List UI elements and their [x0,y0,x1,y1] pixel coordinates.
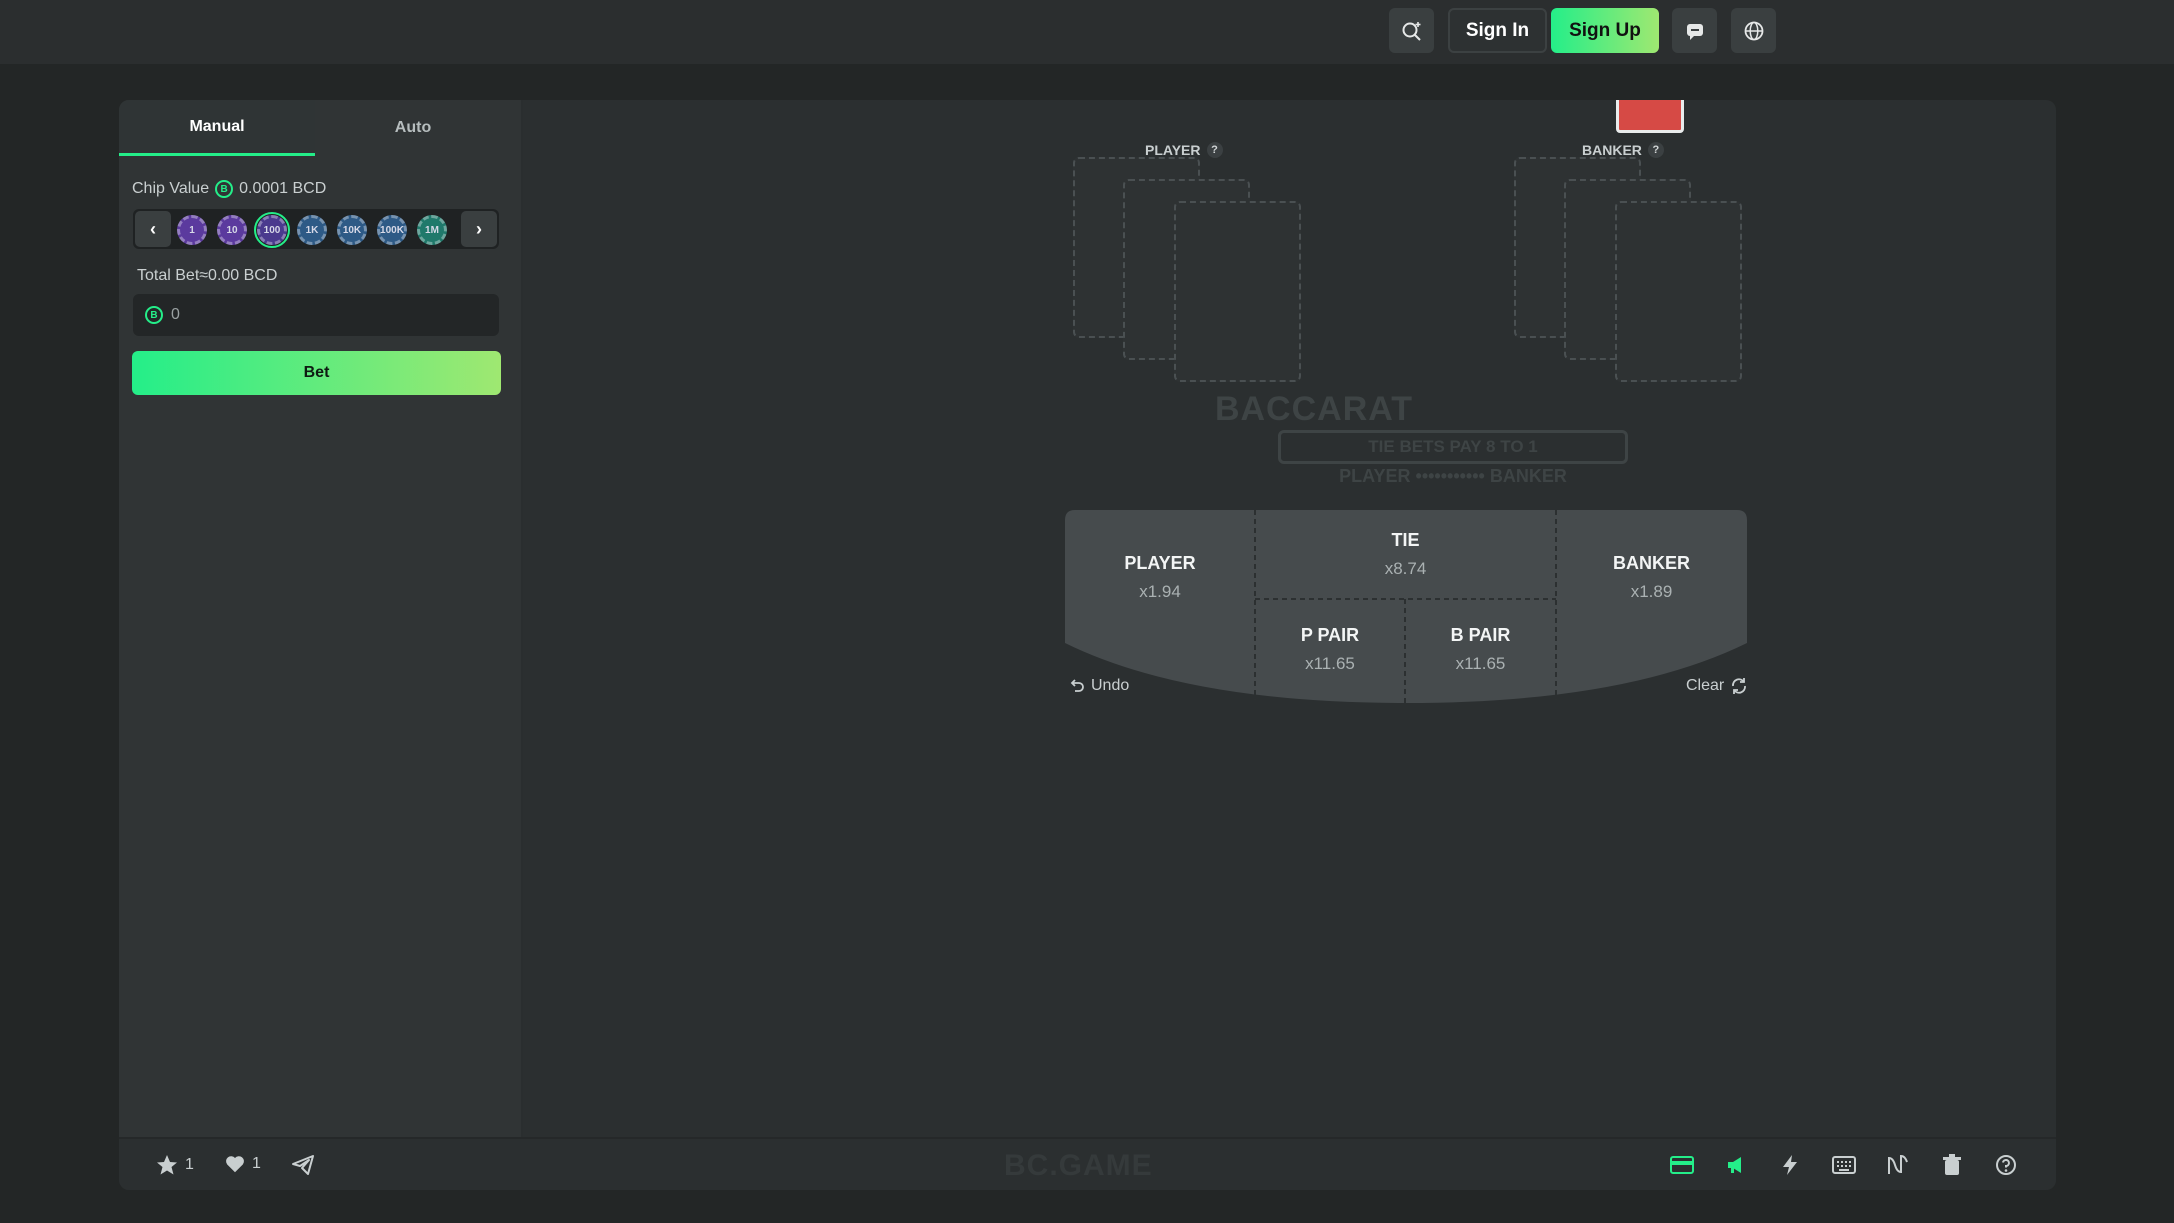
live-bets-button[interactable] [1668,1151,1696,1179]
chip-1[interactable]: 1 [177,215,207,245]
send-icon [292,1155,314,1175]
help-button[interactable] [1992,1151,2020,1179]
refresh-icon [1732,678,1747,694]
bet-zone-tie[interactable]: TIE x8.74 [1255,510,1556,599]
chip-value-label: Chip Value [132,180,210,197]
fairness-button[interactable] [1938,1151,1966,1179]
bet-zone-p-pair[interactable]: P PAIR x11.65 [1255,599,1405,699]
keyboard-icon [1832,1156,1856,1174]
chip-10[interactable]: 10 [217,215,247,245]
game-container: Manual Auto Chip Value B 0.0001 BCD ‹ 11… [119,100,2056,1190]
undo-button[interactable]: Undo [1069,677,1129,695]
top-header: Sign In Sign Up [0,0,2174,64]
bet-sidebar: Manual Auto Chip Value B 0.0001 BCD ‹ 11… [119,100,523,1137]
chat-button[interactable] [1672,8,1717,53]
heart-icon [226,1156,244,1173]
zone-name: TIE [1391,530,1420,550]
bcd-coin-icon: B [215,180,234,198]
share-button[interactable] [289,1151,317,1179]
stats-button[interactable] [1884,1151,1912,1179]
chip-10k[interactable]: 10K [337,215,367,245]
zone-name: P PAIR [1300,624,1360,645]
chip-next-button[interactable]: › [461,211,497,247]
bet-amount-field[interactable]: B 0 [133,294,499,336]
total-bet-label: Total Bet≈0.00 BCD [137,267,278,284]
bet-zone-b-pair[interactable]: B PAIR x11.65 [1405,599,1556,699]
player-card-slot [1174,201,1301,382]
deck-card [1616,100,1684,133]
hotkeys-button[interactable] [1830,1151,1858,1179]
trend-icon [1888,1154,1908,1174]
sign-up-button[interactable]: Sign Up [1551,8,1659,53]
undo-label: Undo [1091,677,1130,694]
logo-ribbon: TIE BETS PAY 8 TO 1 [1278,430,1628,464]
zone-multiplier: x1.89 [1630,582,1673,601]
chip-1m[interactable]: 1M [417,215,447,245]
tab-manual[interactable]: Manual [119,100,315,156]
globe-icon [1744,21,1763,40]
zone-name: B PAIR [1450,624,1511,645]
undo-icon [1070,679,1084,692]
search-button[interactable] [1389,8,1434,53]
chevron-right-icon: › [476,218,482,239]
player-help-icon[interactable]: ? [1206,142,1223,158]
brand-logo: BC.GAME [1004,1149,1153,1182]
baccarat-table: PLAYER ? BANKER ? BACCARAT TIE BETS PAY … [523,100,2056,1137]
bet-zone-banker[interactable]: BANKER x1.89 [1556,510,1747,645]
player-hand-title: PLAYER [1145,142,1201,158]
sound-button[interactable] [1722,1151,1750,1179]
chip-100[interactable]: 100 [254,212,290,248]
tab-auto[interactable]: Auto [315,100,511,156]
megaphone-icon [1728,1157,1741,1173]
likes-count: 1 [252,1155,261,1172]
zone-name: BANKER [1612,553,1690,573]
zone-multiplier: x11.65 [1305,653,1355,673]
chevron-left-icon: ‹ [150,218,156,239]
zone-multiplier: x1.94 [1139,582,1181,601]
logo-subtitle: PLAYER ••••••••••• BANKER [1339,466,1567,486]
banker-card-slot [1615,201,1742,382]
banker-hand-title: BANKER [1582,142,1642,158]
chip-100k[interactable]: 100K [377,215,407,245]
card-icon [1670,1156,1694,1174]
player-hand-label: PLAYER ? [1145,142,1223,158]
clear-label: Clear [1686,677,1725,694]
star-icon [157,1155,177,1175]
bet-button[interactable]: Bet [132,351,501,395]
clear-button[interactable]: Clear [1686,677,1748,695]
favorite-button[interactable]: 1 [155,1153,194,1177]
favorites-count: 1 [185,1156,194,1173]
bet-zone-player[interactable]: PLAYER x1.94 [1065,510,1255,645]
chat-icon [1686,23,1703,40]
bcd-coin-icon: B [145,306,163,324]
bet-amount-value: 0 [171,306,180,323]
zone-name: PLAYER [1124,553,1196,573]
banker-hand-label: BANKER ? [1582,142,1664,158]
search-icon [1402,21,1421,41]
chip-prev-button[interactable]: ‹ [135,211,171,247]
language-button[interactable] [1731,8,1776,53]
zone-multiplier: x8.74 [1384,559,1427,578]
help-icon [1996,1155,2016,1175]
lightning-icon [1783,1155,1797,1175]
banker-help-icon[interactable]: ? [1647,142,1664,158]
trash-shield-icon [1943,1154,1961,1175]
zone-multiplier: x11.65 [1455,653,1506,673]
game-footer: 1 1 BC.GAME [119,1137,2056,1190]
chip-selector: ‹ 1 10 100 1K 10K 100K 1M › [133,209,499,249]
like-button[interactable]: 1 [224,1153,261,1175]
turbo-button[interactable] [1776,1151,1804,1179]
chip-value: 0.0001 BCD [239,180,327,197]
sign-in-button[interactable]: Sign In [1448,8,1547,53]
logo-title: BACCARAT [1214,390,1414,428]
chip-value-row: Chip Value B 0.0001 BCD [132,180,326,198]
chip-1k[interactable]: 1K [297,215,327,245]
